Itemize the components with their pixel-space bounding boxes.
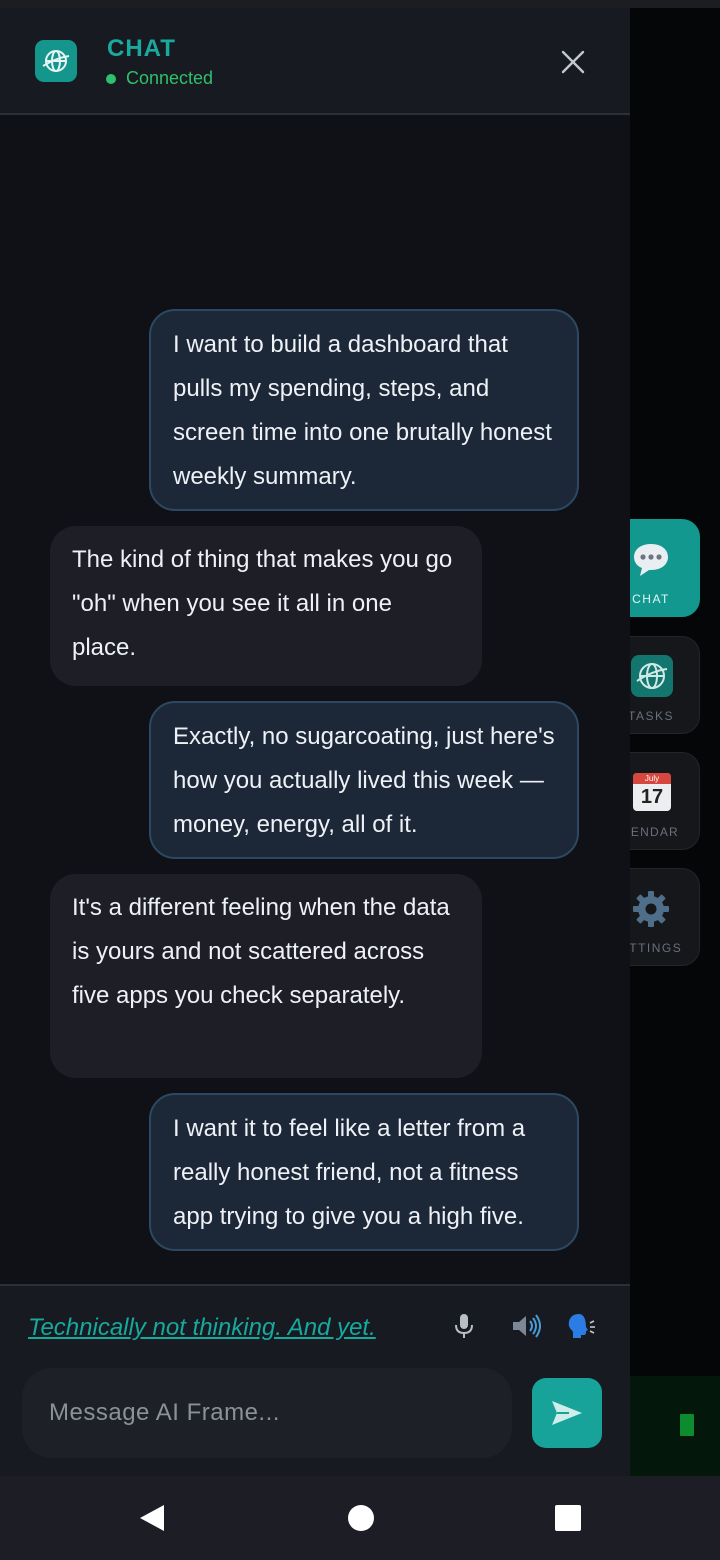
level-indicator [680, 1414, 694, 1436]
calendar-day: 17 [640, 786, 664, 808]
user-message: I want to build a dashboard that pulls m… [149, 309, 579, 511]
close-icon[interactable] [556, 45, 590, 79]
globe-icon [42, 50, 70, 72]
message-input[interactable] [22, 1368, 512, 1458]
status-bar [0, 0, 720, 8]
status-dot-icon [106, 73, 116, 84]
chat-bubble-icon [634, 544, 668, 576]
calendar-month: July [633, 773, 671, 784]
recents-icon[interactable] [552, 1502, 584, 1534]
tagline-link[interactable]: Technically not thinking. And yet. [28, 1314, 376, 1342]
connection-status: Connected [106, 68, 213, 89]
ai-message: The kind of thing that makes you go "oh"… [50, 526, 482, 686]
ai-message: It's a different feeling when the data i… [50, 874, 482, 1078]
globe-icon [631, 655, 673, 697]
user-message: Exactly, no sugarcoating, just here's ho… [149, 701, 579, 859]
back-icon[interactable] [136, 1502, 168, 1534]
calendar-icon: July 17 [633, 773, 671, 811]
send-icon [552, 1401, 582, 1425]
user-message: I want it to feel like a letter from a r… [149, 1093, 579, 1251]
chat-panel: CHAT Connected I want to build a dashboa… [0, 8, 630, 1478]
status-text: Connected [126, 68, 214, 88]
chat-header: CHAT Connected [0, 8, 630, 115]
send-button[interactable] [532, 1378, 602, 1448]
home-icon[interactable] [345, 1502, 377, 1534]
voice-head-icon[interactable] [565, 1310, 597, 1342]
microphone-icon[interactable] [448, 1310, 480, 1342]
gear-icon [633, 891, 669, 927]
system-nav-bar [0, 1476, 720, 1560]
page-title: CHAT [107, 35, 176, 62]
app-logo [35, 40, 77, 82]
composer: Technically not thinking. And yet. [0, 1284, 630, 1478]
speaker-icon[interactable] [509, 1310, 541, 1342]
